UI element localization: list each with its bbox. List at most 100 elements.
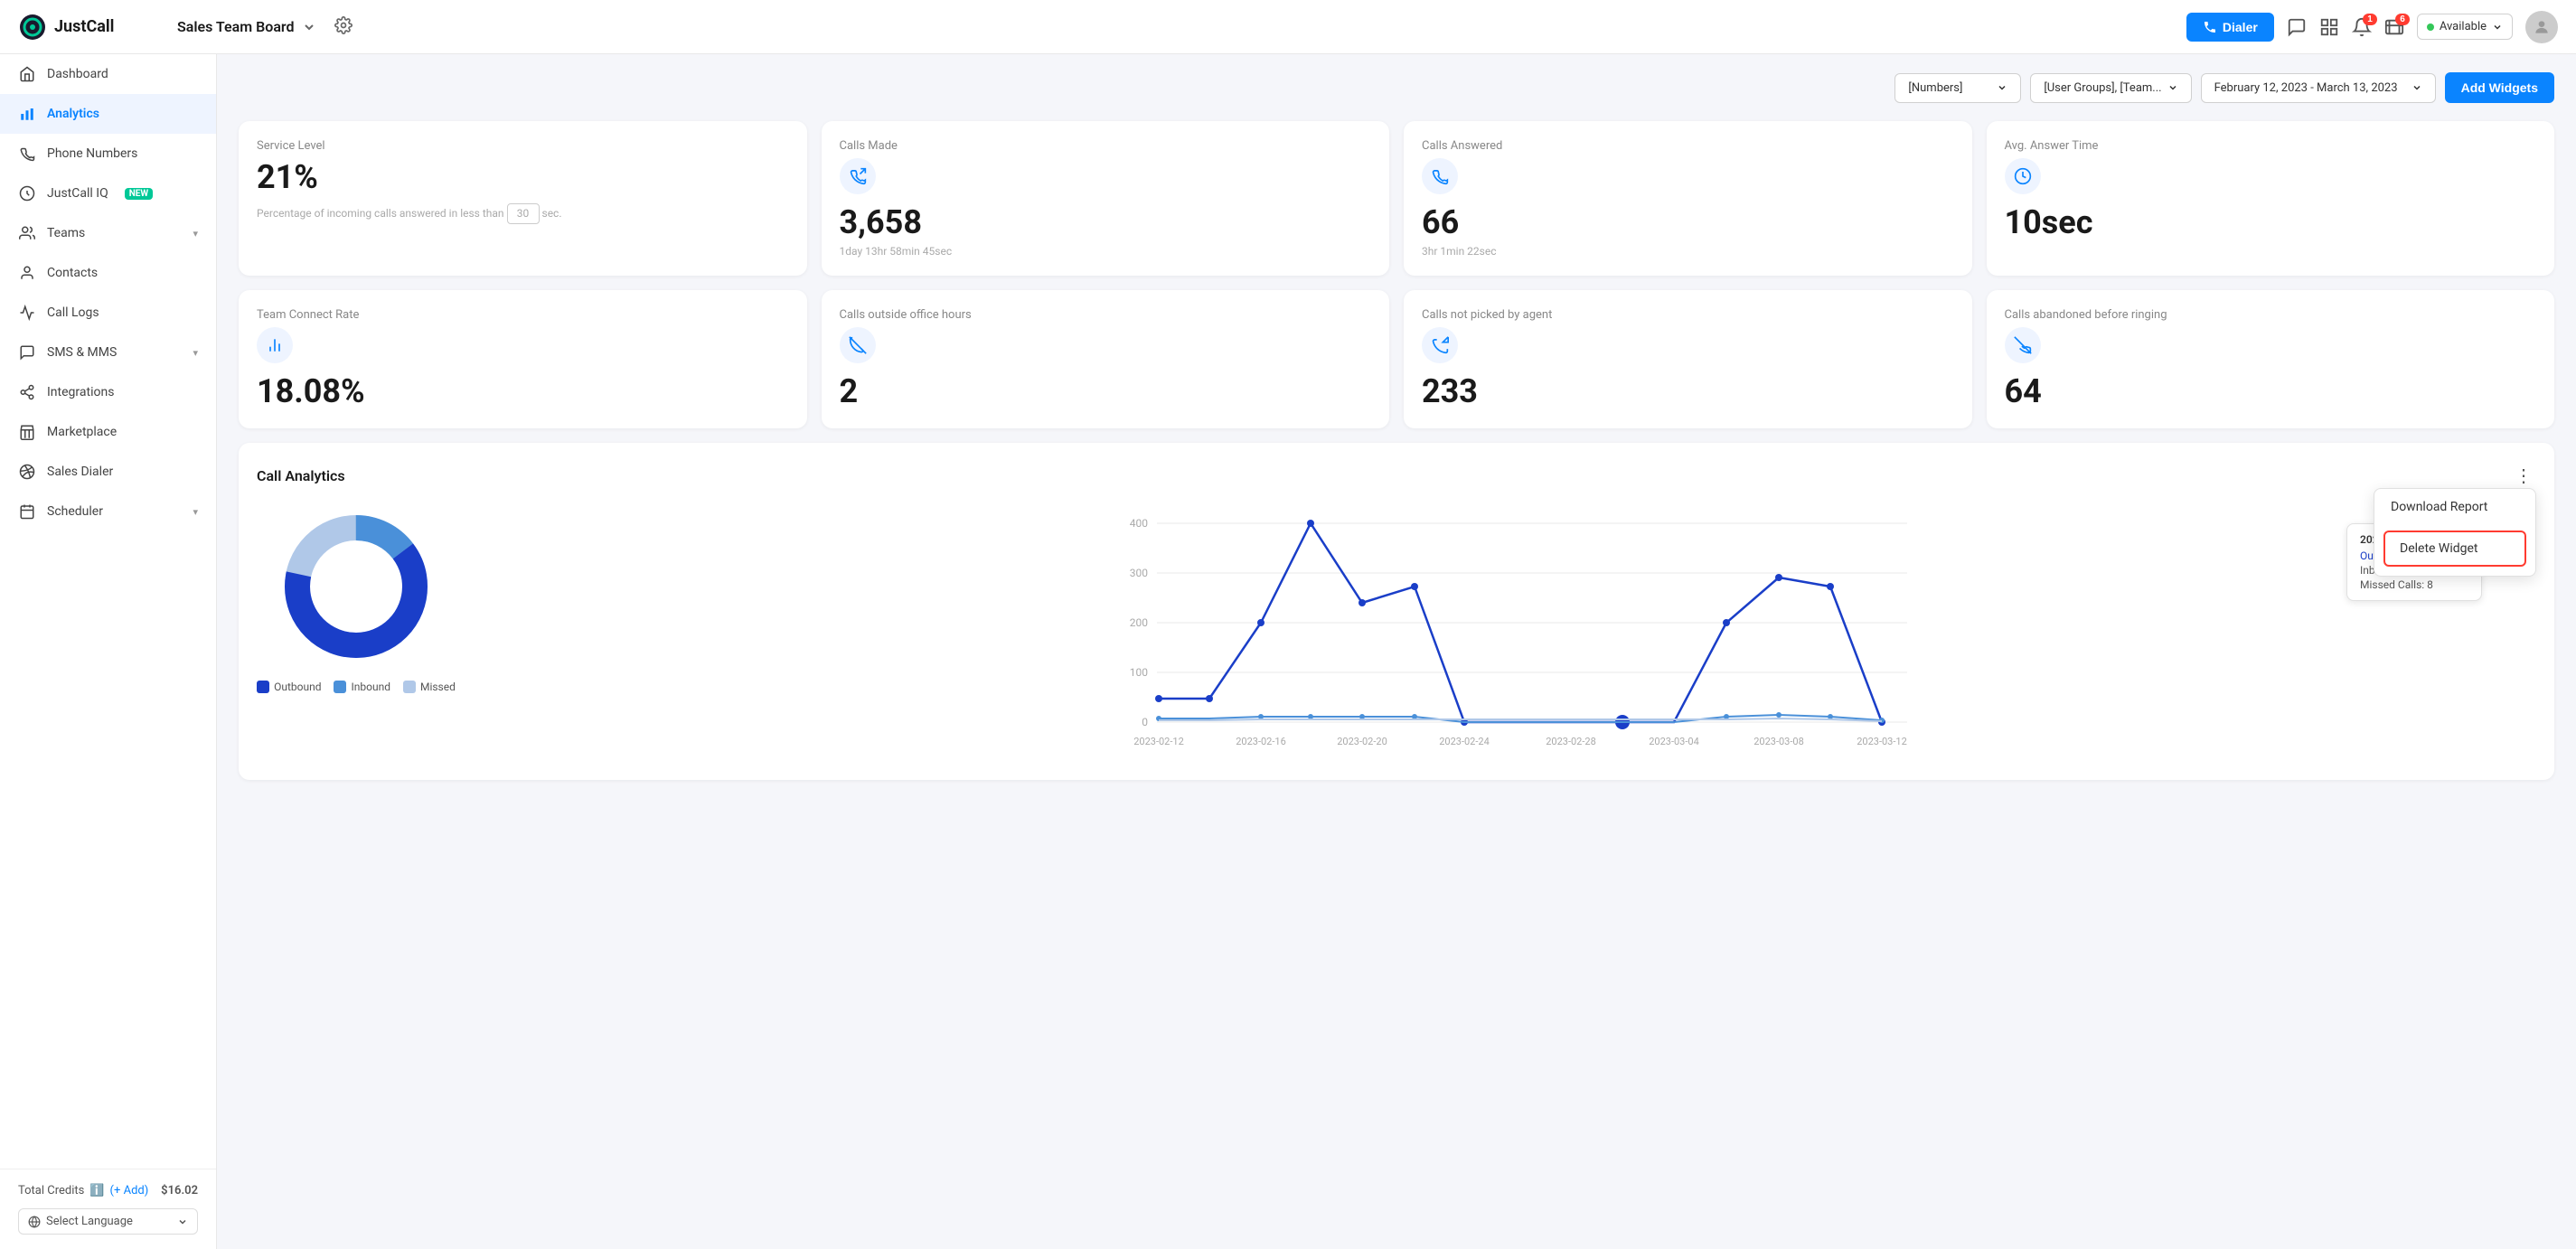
download-report-item[interactable]: Download Report <box>2374 489 2535 525</box>
tooltip-missed-label: Missed Calls: 8 <box>2360 578 2433 591</box>
language-selector[interactable]: Select Language <box>18 1208 198 1235</box>
lang-chevron-icon <box>177 1216 188 1227</box>
avg-answer-icon-container <box>2005 158 2041 194</box>
settings-gear-icon[interactable] <box>334 16 353 38</box>
grid-button[interactable] <box>2319 17 2339 37</box>
sidebar-item-marketplace[interactable]: Marketplace <box>0 412 216 452</box>
svg-text:200: 200 <box>1130 616 1148 629</box>
status-indicator <box>2427 23 2434 31</box>
sidebar-bottom: Total Credits ℹ️ (+ Add) $16.02 Select L… <box>0 1169 216 1249</box>
status-selector[interactable]: Available <box>2417 14 2513 40</box>
messages-button[interactable]: 6 <box>2384 17 2404 37</box>
svg-text:100: 100 <box>1130 666 1148 679</box>
status-label: Available <box>2440 20 2487 33</box>
donut-legend: Outbound Inbound Missed <box>257 681 456 693</box>
credits-add-link[interactable]: (+ Add) <box>110 1184 149 1197</box>
sec-input[interactable]: 30 <box>507 203 540 224</box>
calls-abandoned-value: 64 <box>2005 372 2537 410</box>
delete-widget-item[interactable]: Delete Widget <box>2383 531 2526 567</box>
svg-text:2023-02-24: 2023-02-24 <box>1439 736 1490 747</box>
phone-off-icon <box>849 336 867 354</box>
sidebar-item-label: Marketplace <box>47 425 117 439</box>
board-selector[interactable]: Sales Team Board <box>177 18 316 35</box>
stat-card-calls-made: Calls Made 3,658 1day 13hr 58min 45sec <box>822 121 1390 276</box>
date-filter[interactable]: February 12, 2023 - March 13, 2023 <box>2201 73 2436 103</box>
legend-inbound: Inbound <box>334 681 390 693</box>
chat-button[interactable] <box>2287 17 2307 37</box>
groups-filter[interactable]: [User Groups], [Team... <box>2030 73 2191 103</box>
credits-info-icon: ℹ️ <box>89 1184 104 1197</box>
sidebar-item-sales-dialer[interactable]: Sales Dialer <box>0 452 216 492</box>
sidebar-item-dashboard[interactable]: Dashboard <box>0 54 216 94</box>
sidebar-item-scheduler[interactable]: Scheduler ▾ <box>0 492 216 531</box>
calls-abandoned-icon-container <box>2005 327 2041 363</box>
sidebar-item-label: Teams <box>47 226 85 240</box>
logo: JustCall <box>18 13 163 42</box>
sidebar-item-integrations[interactable]: Integrations <box>0 372 216 412</box>
scheduler-arrow-icon: ▾ <box>193 506 198 518</box>
context-menu: Download Report Delete Widget <box>2374 488 2536 577</box>
svg-text:2023-02-28: 2023-02-28 <box>1546 736 1596 747</box>
sidebar-item-phone-numbers[interactable]: Phone Numbers <box>0 134 216 174</box>
sidebar-item-justcall-iq[interactable]: JustCall IQ NEW <box>0 174 216 213</box>
sidebar-item-label: Sales Dialer <box>47 465 113 479</box>
numbers-filter[interactable]: [Numbers] <box>1894 73 2021 103</box>
kebab-menu-button[interactable]: ⋮ <box>2511 461 2536 491</box>
calls-outside-icon-container <box>840 327 876 363</box>
team-connect-value: 18.08% <box>257 372 789 410</box>
chart-area: Outbound Inbound Missed <box>257 505 2536 762</box>
avatar-icon <box>2533 18 2551 36</box>
groups-chevron-icon <box>2167 82 2178 93</box>
phone-outbound-icon <box>849 167 867 185</box>
credits-value: $16.02 <box>161 1184 198 1197</box>
add-widgets-button[interactable]: Add Widgets <box>2445 72 2554 103</box>
calls-outside-label: Calls outside office hours <box>840 308 1372 322</box>
teams-arrow-icon: ▾ <box>193 228 198 239</box>
sms-icon <box>18 343 36 362</box>
notifications-button[interactable]: 1 <box>2352 17 2372 37</box>
numbers-chevron-icon <box>1997 82 2007 93</box>
svg-text:400: 400 <box>1130 517 1148 530</box>
users-icon <box>18 224 36 242</box>
calls-outside-value: 2 <box>840 372 1372 410</box>
bar-chart-icon <box>266 336 284 354</box>
phone-x-icon <box>2014 336 2032 354</box>
calls-answered-icon-container <box>1422 158 1458 194</box>
avg-answer-time-label: Avg. Answer Time <box>2005 139 2537 153</box>
sidebar-item-label: Analytics <box>47 107 99 121</box>
sidebar-item-call-logs[interactable]: Call Logs <box>0 293 216 333</box>
phone-incoming-icon <box>1431 167 1449 185</box>
dialer-label: Dialer <box>2223 20 2258 34</box>
svg-text:2023-02-12: 2023-02-12 <box>1133 736 1184 747</box>
sidebar-item-sms-mms[interactable]: SMS & MMS ▾ <box>0 333 216 372</box>
sidebar: Dashboard Analytics Phone Numbers JustCa… <box>0 54 217 1249</box>
donut-chart <box>275 505 437 668</box>
missed-dot <box>403 681 416 693</box>
missed-label: Missed <box>420 681 456 693</box>
team-connect-label: Team Connect Rate <box>257 308 789 322</box>
stat-card-team-connect: Team Connect Rate 18.08% <box>239 290 807 428</box>
date-chevron-icon <box>2411 82 2422 93</box>
sidebar-item-contacts[interactable]: Contacts <box>0 253 216 293</box>
dialer-button[interactable]: Dialer <box>2186 13 2274 42</box>
phone-numbers-icon <box>18 145 36 163</box>
call-analytics-section: Call Analytics ⋮ Download Report Delete … <box>239 443 2554 780</box>
grid-icon <box>2319 17 2339 37</box>
donut-chart-area: Outbound Inbound Missed <box>257 505 456 693</box>
avg-answer-time-value: 10sec <box>2005 203 2537 241</box>
sidebar-item-teams[interactable]: Teams ▾ <box>0 213 216 253</box>
sidebar-item-analytics[interactable]: Analytics <box>0 94 216 134</box>
stat-card-calls-answered: Calls Answered 66 3hr 1min 22sec <box>1404 121 1972 276</box>
new-badge: NEW <box>125 188 153 200</box>
stats-grid-row2: Team Connect Rate 18.08% Calls outside o… <box>239 290 2554 428</box>
credits-label: Total Credits <box>18 1184 84 1197</box>
numbers-filter-label: [Numbers] <box>1908 81 1962 95</box>
calls-made-label: Calls Made <box>840 139 1372 153</box>
chat-icon <box>2287 17 2307 37</box>
sidebar-item-label: JustCall IQ <box>47 186 108 201</box>
stat-card-avg-answer-time: Avg. Answer Time 10sec <box>1987 121 2555 276</box>
user-avatar[interactable] <box>2525 11 2558 43</box>
messages-badge: 6 <box>2395 14 2410 25</box>
inbound-dot <box>334 681 346 693</box>
chevron-down-icon <box>302 20 316 34</box>
